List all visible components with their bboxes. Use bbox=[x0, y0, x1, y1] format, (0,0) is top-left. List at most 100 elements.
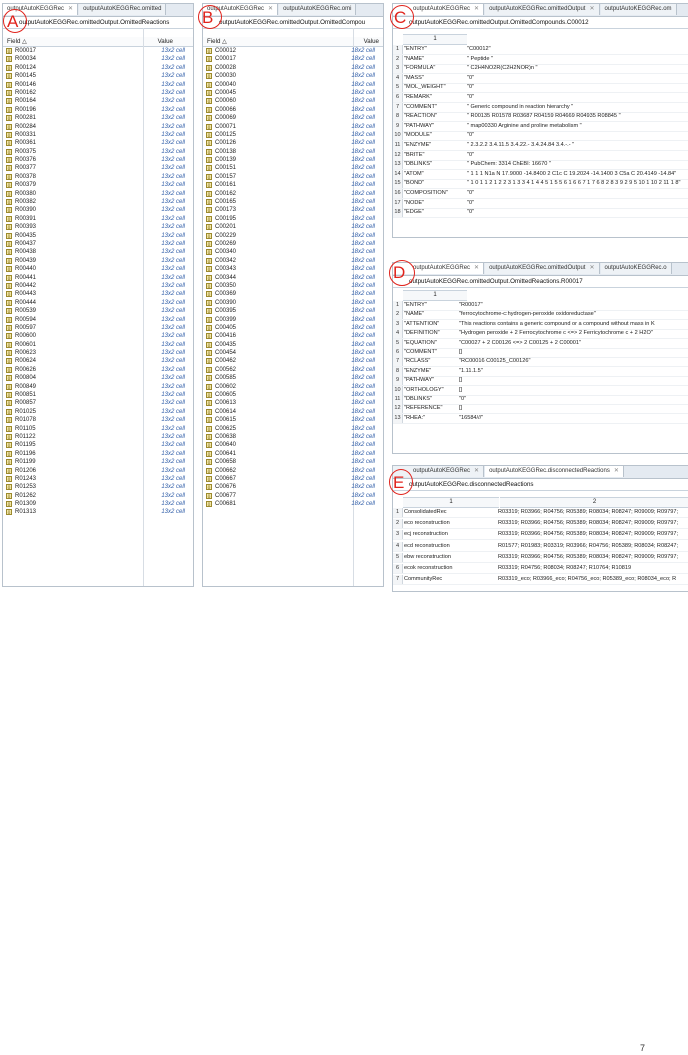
table-row[interactable]: {} C00614 18x2 cell bbox=[203, 408, 383, 416]
field-value[interactable]: 13x2 cell bbox=[161, 89, 185, 97]
table-row[interactable]: {} C00201 18x2 cell bbox=[203, 223, 383, 231]
tab-omitted-output[interactable]: outputAutoKEGGRec.omittedOutput ✕ bbox=[485, 263, 600, 274]
table-row[interactable]: {} R00444 13x2 cell bbox=[3, 299, 193, 307]
table-row[interactable]: 7 CommunityRec R03319_eco; R03966_eco; R04… bbox=[393, 575, 688, 586]
table-row[interactable]: {} R01025 13x2 cell bbox=[3, 408, 193, 416]
field-value[interactable]: 13x2 cell bbox=[161, 425, 185, 433]
field-value[interactable]: 18x2 cell bbox=[351, 164, 375, 172]
close-icon[interactable]: ✕ bbox=[589, 6, 594, 12]
field-value[interactable]: 13x2 cell bbox=[161, 64, 185, 72]
field-value[interactable]: 18x2 cell bbox=[351, 64, 375, 72]
field-value[interactable]: 18x2 cell bbox=[351, 467, 375, 475]
cell-key[interactable]: "FORMULA" bbox=[404, 64, 435, 73]
table-row[interactable]: {} C00030 18x2 cell bbox=[203, 72, 383, 80]
field-value[interactable]: 18x2 cell bbox=[351, 148, 375, 156]
field-value[interactable]: 13x2 cell bbox=[161, 366, 185, 374]
field-value[interactable]: 13x2 cell bbox=[161, 483, 185, 491]
close-icon[interactable]: ✕ bbox=[68, 6, 73, 12]
cell-key[interactable]: "COMMENT" bbox=[404, 348, 437, 357]
table-row[interactable]: {} R00437 13x2 cell bbox=[3, 240, 193, 248]
table-row[interactable]: {} R00439 13x2 cell bbox=[3, 257, 193, 265]
cell-key[interactable]: "DEFINITION" bbox=[404, 329, 440, 338]
table-row[interactable]: {} R00624 13x2 cell bbox=[3, 357, 193, 365]
cell-value[interactable]: R01577; R01983; R03319; R03966; R04756; … bbox=[498, 542, 678, 551]
field-value[interactable]: 18x2 cell bbox=[351, 425, 375, 433]
cell-value[interactable]: R03319; R03966; R04756; R05389; R08034; … bbox=[498, 508, 678, 517]
table-row[interactable]: {} C00435 18x2 cell bbox=[203, 341, 383, 349]
cell-value[interactable]: "0" bbox=[467, 189, 474, 198]
field-value[interactable]: 18x2 cell bbox=[351, 357, 375, 365]
table-row[interactable]: {} C00017 18x2 cell bbox=[203, 55, 383, 63]
cell-value[interactable]: "0" bbox=[467, 199, 474, 208]
table-row[interactable]: {} C00229 18x2 cell bbox=[203, 232, 383, 240]
column-header-1[interactable]: 1 bbox=[403, 34, 467, 45]
field-value[interactable]: 18x2 cell bbox=[351, 383, 375, 391]
field-value[interactable]: 13x2 cell bbox=[161, 131, 185, 139]
table-row[interactable]: {} R01199 13x2 cell bbox=[3, 458, 193, 466]
table-row[interactable]: {} C00343 18x2 cell bbox=[203, 265, 383, 273]
table-row[interactable]: {} C00340 18x2 cell bbox=[203, 248, 383, 256]
field-value[interactable]: 13x2 cell bbox=[161, 408, 185, 416]
table-row[interactable]: 13 "RHEA:" "16584///" bbox=[393, 413, 688, 424]
table-row[interactable]: {} R00034 13x2 cell bbox=[3, 55, 193, 63]
table-row[interactable]: {} R00601 13x2 cell bbox=[3, 341, 193, 349]
cell-value[interactable]: "0" bbox=[467, 131, 474, 140]
cell-value[interactable]: "0" bbox=[459, 395, 466, 404]
field-value[interactable]: 13x2 cell bbox=[161, 248, 185, 256]
table-row[interactable]: 12 "BRITE" "0" bbox=[393, 150, 688, 161]
field-value[interactable]: 18x2 cell bbox=[351, 232, 375, 240]
field-value[interactable]: 13x2 cell bbox=[161, 156, 185, 164]
cell-key[interactable]: "ENTRY" bbox=[404, 45, 427, 54]
field-value[interactable]: 13x2 cell bbox=[161, 257, 185, 265]
cell-key[interactable]: "BRITE" bbox=[404, 151, 424, 160]
table-row[interactable]: {} C00613 18x2 cell bbox=[203, 399, 383, 407]
table-row[interactable]: {} R00379 13x2 cell bbox=[3, 181, 193, 189]
field-value[interactable]: 18x2 cell bbox=[351, 215, 375, 223]
cell-value[interactable]: R03319; R04756; R08034; R08247; R10764; … bbox=[498, 564, 631, 573]
field-value[interactable]: 18x2 cell bbox=[351, 131, 375, 139]
field-value[interactable]: 18x2 cell bbox=[351, 55, 375, 63]
cell-value[interactable]: "0" bbox=[467, 208, 474, 217]
field-value[interactable]: 13x2 cell bbox=[161, 357, 185, 365]
table-row[interactable]: {} R00162 13x2 cell bbox=[3, 89, 193, 97]
table-row[interactable]: {} C00615 18x2 cell bbox=[203, 416, 383, 424]
table-row[interactable]: {} R00440 13x2 cell bbox=[3, 265, 193, 273]
column-header-1[interactable]: 1 bbox=[403, 290, 467, 301]
field-value[interactable]: 18x2 cell bbox=[351, 349, 375, 357]
field-value[interactable]: 13x2 cell bbox=[161, 492, 185, 500]
cell-value[interactable]: [] bbox=[459, 348, 462, 357]
field-value[interactable]: 13x2 cell bbox=[161, 374, 185, 382]
table-row[interactable]: {} R00376 13x2 cell bbox=[3, 156, 193, 164]
field-value[interactable]: 18x2 cell bbox=[351, 450, 375, 458]
table-row[interactable]: {} R00623 13x2 cell bbox=[3, 349, 193, 357]
table-row[interactable]: {} C00395 18x2 cell bbox=[203, 307, 383, 315]
field-value[interactable]: 13x2 cell bbox=[161, 97, 185, 105]
cell-value[interactable]: "0" bbox=[467, 74, 474, 83]
table-row[interactable]: {} R00017 13x2 cell bbox=[3, 47, 193, 55]
table-row[interactable]: {} C00066 18x2 cell bbox=[203, 106, 383, 114]
field-value[interactable]: 13x2 cell bbox=[161, 106, 185, 114]
column-header-1[interactable]: 1 bbox=[403, 497, 499, 508]
table-row[interactable]: {} R01105 13x2 cell bbox=[3, 425, 193, 433]
field-value[interactable]: 13x2 cell bbox=[161, 274, 185, 282]
table-row[interactable]: {} R00124 13x2 cell bbox=[3, 64, 193, 72]
table-row[interactable]: {} C00681 18x2 cell bbox=[203, 500, 383, 508]
cell-key[interactable]: "RHEA:" bbox=[404, 414, 425, 423]
table-row[interactable]: 17 "NODE" "0" bbox=[393, 198, 688, 209]
table-row[interactable]: 1 "ENTRY" "C00012" bbox=[393, 45, 688, 55]
table-row[interactable]: {} C00195 18x2 cell bbox=[203, 215, 383, 223]
field-value[interactable]: 18x2 cell bbox=[351, 441, 375, 449]
field-value[interactable]: 18x2 cell bbox=[351, 240, 375, 248]
field-value[interactable]: 18x2 cell bbox=[351, 366, 375, 374]
table-row[interactable]: {} R00626 13x2 cell bbox=[3, 366, 193, 374]
field-value[interactable]: 13x2 cell bbox=[161, 114, 185, 122]
field-value[interactable]: 18x2 cell bbox=[351, 190, 375, 198]
close-icon[interactable]: ✕ bbox=[614, 468, 619, 474]
table-row[interactable]: {} C00157 18x2 cell bbox=[203, 173, 383, 181]
table-row[interactable]: {} C00399 18x2 cell bbox=[203, 316, 383, 324]
field-value[interactable]: 13x2 cell bbox=[161, 223, 185, 231]
cell-key[interactable]: "ORTHOLOGY" bbox=[404, 386, 444, 395]
cell-key[interactable]: "REACTION" bbox=[404, 112, 437, 121]
cell-key[interactable]: "EQUATION" bbox=[404, 339, 437, 348]
table-row[interactable]: {} C00416 18x2 cell bbox=[203, 332, 383, 340]
